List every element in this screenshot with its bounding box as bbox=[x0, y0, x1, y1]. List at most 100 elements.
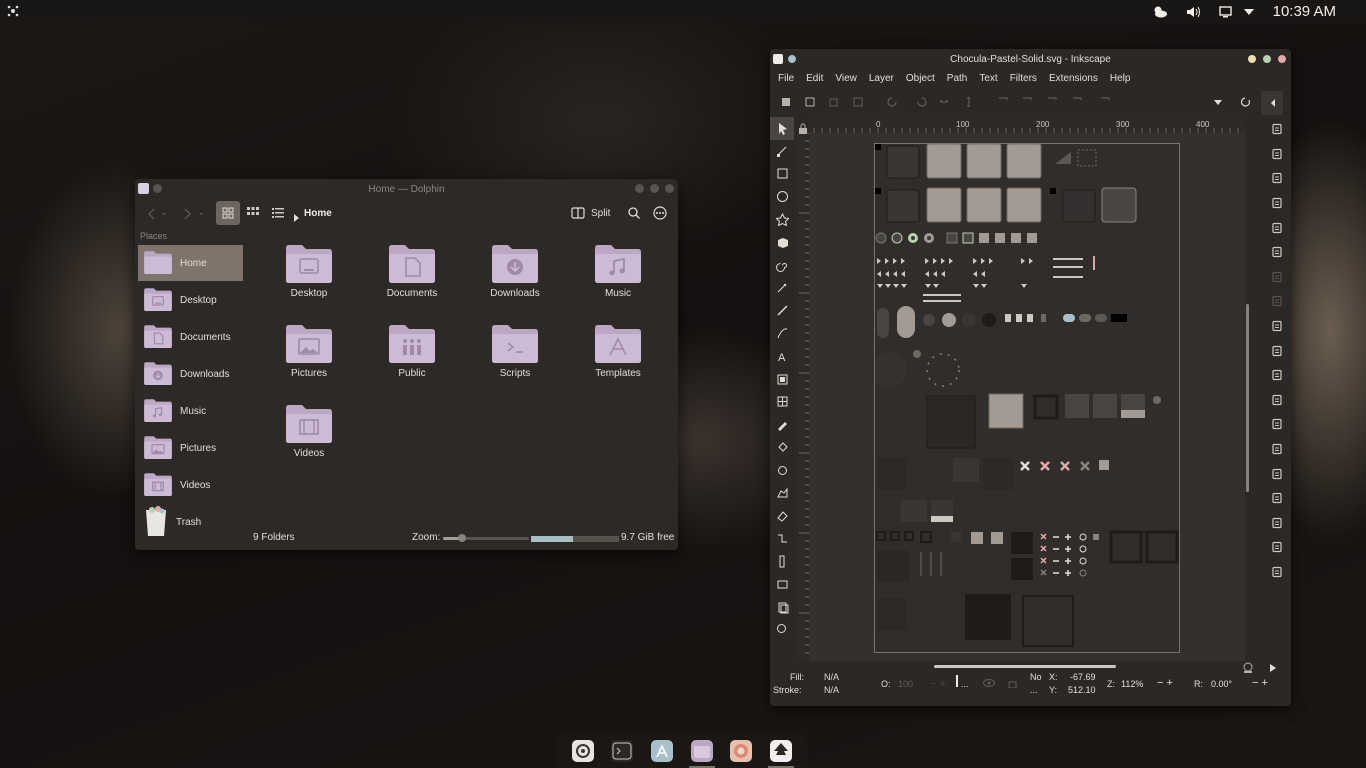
app-menu-icon[interactable] bbox=[138, 183, 149, 194]
undo-button[interactable] bbox=[1263, 265, 1291, 290]
menu-extensions[interactable]: Extensions bbox=[1043, 69, 1104, 89]
inkscape-titlebar[interactable]: Chocula-Pastel-Solid.svg - Inkscape bbox=[770, 49, 1291, 69]
export-button[interactable] bbox=[1263, 215, 1291, 240]
tweak-tool[interactable] bbox=[770, 459, 794, 482]
new-document-button[interactable] bbox=[1263, 117, 1291, 142]
redo-button[interactable] bbox=[1263, 289, 1291, 314]
volume-icon[interactable] bbox=[1171, 6, 1215, 18]
zoom-selection-button[interactable] bbox=[1263, 388, 1291, 413]
display-icon[interactable] bbox=[1215, 5, 1237, 18]
forward-button[interactable] bbox=[182, 206, 206, 222]
spray-tool[interactable] bbox=[770, 482, 794, 505]
dropper-tool[interactable] bbox=[770, 413, 794, 436]
chevron-down-icon[interactable] bbox=[1237, 8, 1261, 15]
icons-view-button[interactable] bbox=[216, 201, 240, 225]
folder-videos[interactable]: Videos bbox=[269, 402, 349, 459]
places-item-pictures[interactable]: Pictures bbox=[138, 430, 243, 466]
dock-terminal[interactable] bbox=[611, 739, 634, 762]
lpe-tool[interactable] bbox=[770, 596, 794, 619]
weather-icon[interactable] bbox=[1149, 5, 1171, 19]
menu-path[interactable]: Path bbox=[941, 69, 974, 89]
duplicate-button[interactable] bbox=[1263, 486, 1291, 511]
connector-tool[interactable] bbox=[770, 527, 794, 550]
folder-downloads[interactable]: Downloads bbox=[475, 242, 555, 299]
places-item-desktop[interactable]: Desktop bbox=[138, 282, 243, 318]
unlink-clone-button[interactable] bbox=[1263, 535, 1291, 560]
horizontal-scrollbar[interactable] bbox=[934, 665, 1116, 668]
folder-scripts[interactable]: Scripts bbox=[475, 322, 555, 379]
places-item-downloads[interactable]: Downloads bbox=[138, 356, 243, 392]
save-as-button[interactable] bbox=[1263, 240, 1291, 265]
opacity-field[interactable]: 100 bbox=[898, 679, 913, 689]
menu-edit[interactable]: Edit bbox=[800, 69, 829, 89]
star-tool[interactable] bbox=[770, 208, 794, 231]
menu-filters[interactable]: Filters bbox=[1004, 69, 1043, 89]
selector-tool[interactable] bbox=[770, 117, 794, 140]
app-menu-icon[interactable] bbox=[773, 54, 783, 64]
layer-dropdown[interactable]: ... bbox=[961, 679, 969, 689]
zoom-slider[interactable] bbox=[443, 534, 529, 542]
back-button[interactable] bbox=[147, 206, 167, 222]
pin-button[interactable] bbox=[788, 55, 796, 63]
opacity-stepper[interactable]: − + bbox=[930, 678, 946, 690]
pin-button[interactable] bbox=[153, 184, 162, 193]
stroke-value[interactable]: N/A bbox=[824, 685, 839, 695]
spiral-tool[interactable] bbox=[770, 254, 794, 277]
minimize-button[interactable] bbox=[635, 184, 644, 193]
dock-firefox[interactable] bbox=[730, 739, 753, 762]
text-tool[interactable]: A bbox=[770, 345, 794, 368]
zoom-field[interactable]: 112% bbox=[1121, 679, 1143, 689]
clone-button[interactable] bbox=[1263, 511, 1291, 536]
import-button[interactable] bbox=[1263, 166, 1291, 191]
close-button[interactable] bbox=[665, 184, 674, 193]
compact-view-button[interactable] bbox=[243, 205, 263, 221]
pages-tool[interactable] bbox=[770, 573, 794, 596]
rotate-field[interactable]: 0.00° bbox=[1211, 679, 1232, 689]
close-button[interactable] bbox=[1278, 55, 1286, 63]
dock-appstore[interactable] bbox=[651, 739, 674, 762]
more-options-button[interactable] bbox=[651, 204, 669, 222]
node-tool[interactable] bbox=[770, 140, 794, 163]
ellipse-tool[interactable] bbox=[770, 185, 794, 208]
dock-files[interactable] bbox=[688, 739, 715, 768]
paste-button[interactable] bbox=[1263, 363, 1291, 388]
clock[interactable]: 10:39 AM bbox=[1273, 3, 1336, 20]
breadcrumb[interactable]: Home bbox=[304, 208, 332, 219]
menu-view[interactable]: View bbox=[829, 69, 863, 89]
places-item-videos[interactable]: Videos bbox=[138, 467, 243, 503]
dolphin-titlebar[interactable]: Home — Dolphin bbox=[135, 179, 678, 199]
pen-tool[interactable] bbox=[770, 277, 794, 300]
copy-button[interactable] bbox=[1263, 314, 1291, 339]
folder-documents[interactable]: Documents bbox=[372, 242, 452, 299]
zoom-page-button[interactable] bbox=[1263, 437, 1291, 462]
places-item-home[interactable]: Home bbox=[138, 245, 243, 281]
measure-tool[interactable] bbox=[770, 550, 794, 573]
maximize-button[interactable] bbox=[1263, 55, 1271, 63]
dock-settings[interactable] bbox=[571, 739, 594, 762]
gradient-tool[interactable] bbox=[770, 368, 794, 391]
details-view-button[interactable] bbox=[268, 205, 288, 221]
folder-templates[interactable]: Templates bbox=[578, 322, 658, 379]
vertical-scrollbar[interactable] bbox=[1246, 304, 1249, 492]
lock-icon[interactable] bbox=[1008, 678, 1017, 690]
lock-guides-icon[interactable] bbox=[798, 121, 808, 139]
folder-desktop[interactable]: Desktop bbox=[269, 242, 349, 299]
maximize-button[interactable] bbox=[650, 184, 659, 193]
search-button[interactable] bbox=[625, 205, 643, 221]
folder-pictures[interactable]: Pictures bbox=[269, 322, 349, 379]
eraser-tool[interactable] bbox=[770, 505, 794, 528]
zoom-stepper[interactable]: − + bbox=[1157, 677, 1173, 689]
rotate-stepper[interactable]: − + bbox=[1252, 677, 1268, 689]
zoom-slider-handle[interactable] bbox=[457, 534, 466, 542]
paint-bucket-tool[interactable] bbox=[770, 436, 794, 459]
open-button[interactable] bbox=[1263, 142, 1291, 167]
document-page[interactable] bbox=[871, 143, 1180, 653]
menu-object[interactable]: Object bbox=[900, 69, 941, 89]
menu-help[interactable]: Help bbox=[1104, 69, 1137, 89]
fill-value[interactable]: N/A bbox=[824, 672, 839, 682]
places-item-music[interactable]: Music bbox=[138, 393, 243, 429]
activities-icon[interactable] bbox=[6, 4, 20, 18]
zoom-fit-button[interactable] bbox=[1263, 461, 1291, 486]
visibility-icon[interactable] bbox=[983, 679, 995, 689]
menu-text[interactable]: Text bbox=[973, 69, 1003, 89]
